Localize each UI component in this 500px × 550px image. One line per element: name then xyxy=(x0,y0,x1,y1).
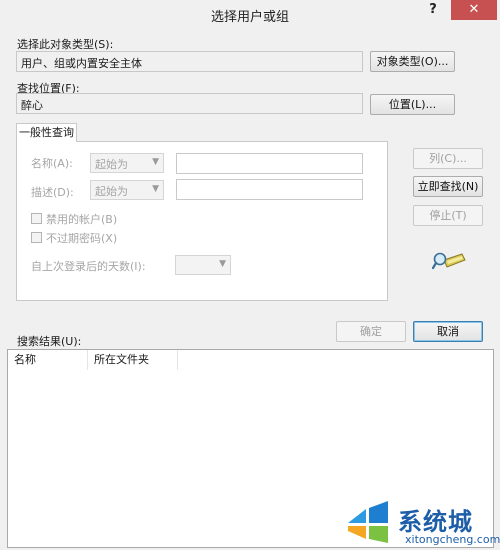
description-mode-select[interactable]: 起始为 ▼ xyxy=(90,180,164,200)
find-now-button[interactable]: 立即查找(N) xyxy=(413,176,483,197)
close-button[interactable]: ✕ xyxy=(451,0,497,20)
stop-button[interactable]: 停止(T) xyxy=(413,205,483,226)
help-button[interactable]: ? xyxy=(420,2,446,22)
days-since-logon-label: 自上次登录后的天数(I): xyxy=(31,260,146,273)
location-field: 醉心 xyxy=(16,93,363,114)
name-label: 名称(A): xyxy=(31,157,73,170)
chevron-down-icon: ▼ xyxy=(152,157,159,167)
description-input[interactable] xyxy=(176,179,363,200)
locations-button[interactable]: 位置(L)... xyxy=(370,94,455,115)
description-label: 描述(D): xyxy=(31,186,74,199)
watermark-logo xyxy=(344,497,392,545)
column-header-name[interactable]: 名称 xyxy=(8,350,88,370)
cancel-button[interactable]: 取消 xyxy=(413,321,483,342)
column-header-folder[interactable]: 所在文件夹 xyxy=(88,350,178,370)
watermark-text: 系统城 xyxy=(398,508,473,536)
object-type-field: 用户、组或内置安全主体 xyxy=(16,51,363,72)
name-input[interactable] xyxy=(176,153,363,174)
object-type-label: 选择此对象类型(S): xyxy=(17,38,114,51)
disabled-accounts-label: 禁用的帐户(B) xyxy=(46,213,118,226)
columns-button[interactable]: 列(C)... xyxy=(413,148,483,169)
non-expiring-password-checkbox[interactable] xyxy=(31,232,42,243)
tab-common-queries[interactable]: 一般性查询 xyxy=(16,123,77,142)
search-flashlight-icon xyxy=(431,250,466,272)
chevron-down-icon: ▼ xyxy=(152,184,159,194)
name-mode-select[interactable]: 起始为 ▼ xyxy=(90,153,164,173)
watermark-url: xitongcheng.com xyxy=(405,533,500,546)
object-types-button[interactable]: 对象类型(O)... xyxy=(370,51,455,72)
name-mode-value: 起始为 xyxy=(95,158,128,171)
disabled-accounts-checkbox[interactable] xyxy=(31,213,42,224)
ok-button[interactable]: 确定 xyxy=(336,321,406,342)
days-since-logon-select[interactable]: ▼ xyxy=(175,255,231,275)
description-mode-value: 起始为 xyxy=(95,185,128,198)
chevron-down-icon: ▼ xyxy=(219,259,226,269)
non-expiring-password-label: 不过期密码(X) xyxy=(46,232,118,245)
search-results-label: 搜索结果(U): xyxy=(17,335,82,348)
